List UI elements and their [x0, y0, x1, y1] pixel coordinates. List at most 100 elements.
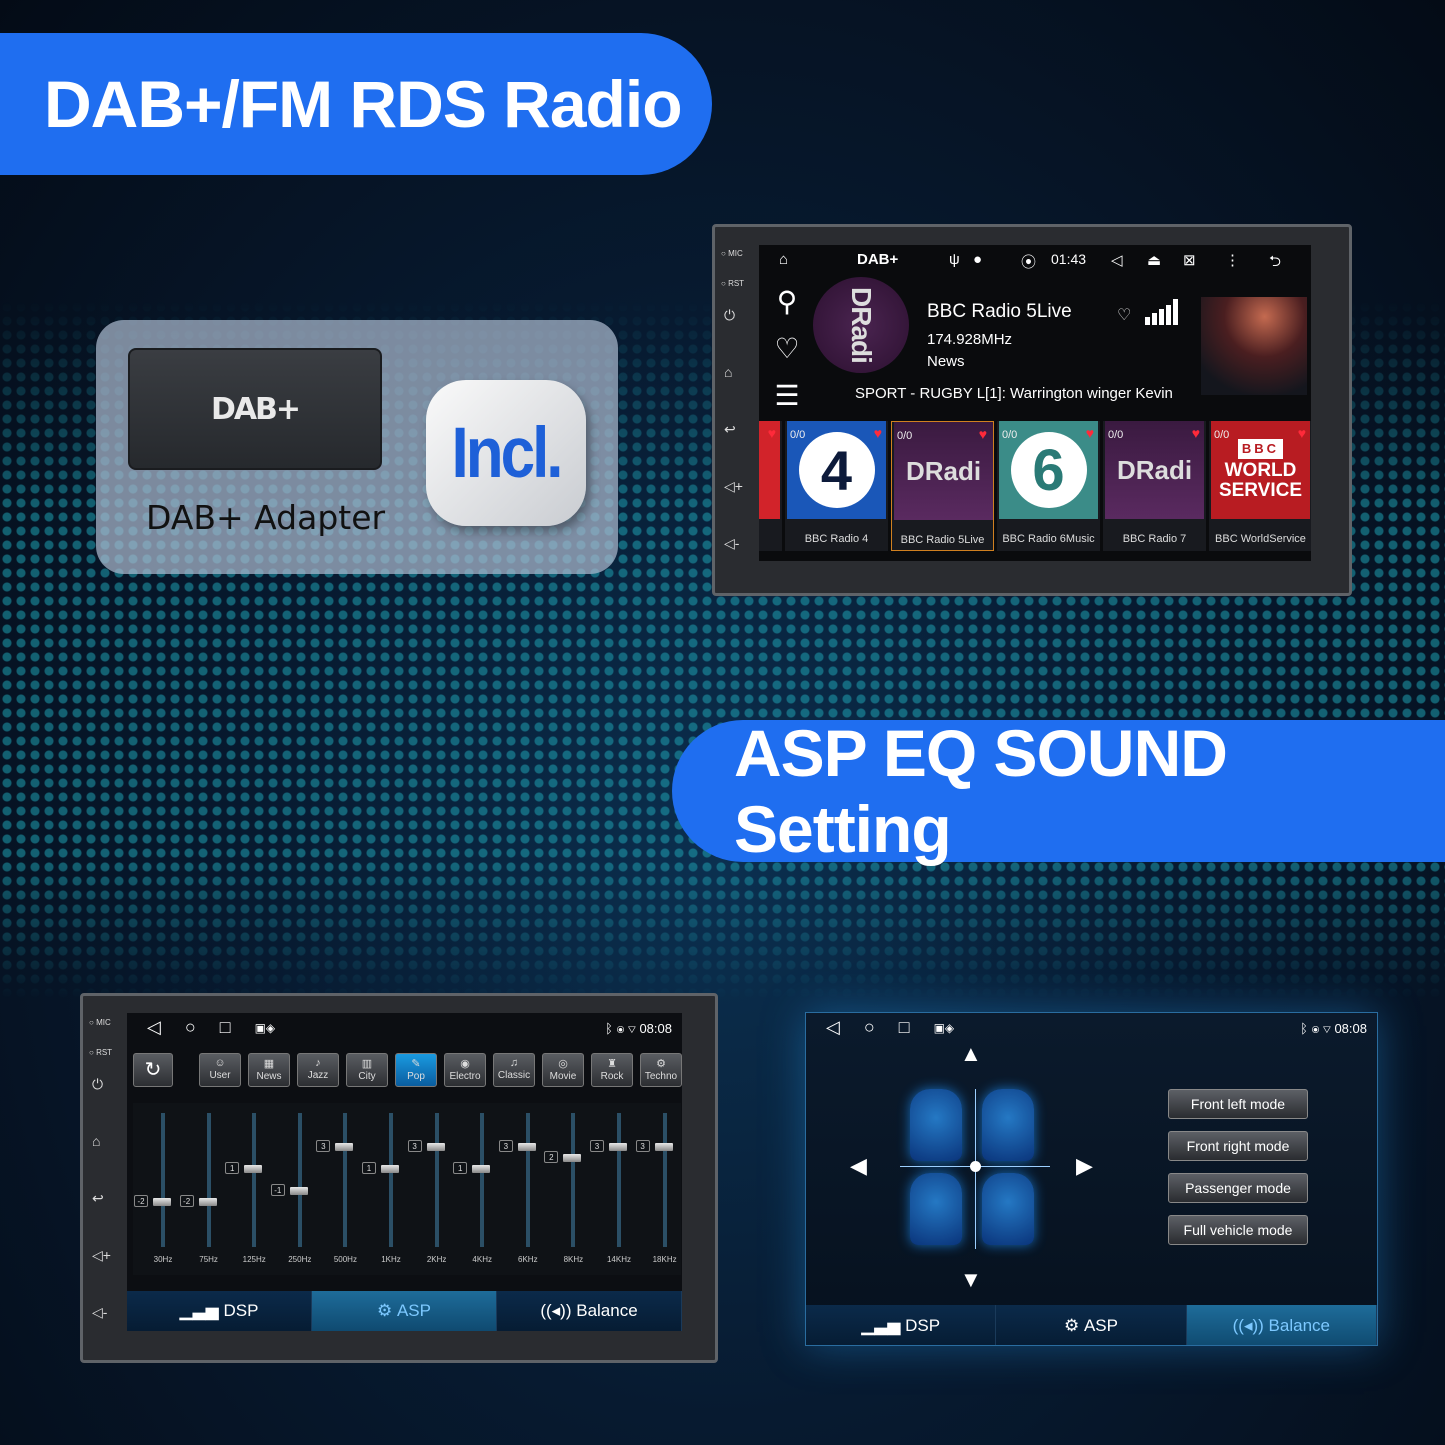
eq-slider-18khz[interactable]: 3 — [635, 1113, 673, 1247]
recents-nav-icon[interactable]: □ — [899, 1017, 910, 1038]
back-icon[interactable]: ↩ — [724, 421, 736, 438]
station-tile-partial[interactable]: ♥ — [759, 421, 782, 551]
volume-icon[interactable]: ◁ — [1111, 251, 1123, 269]
eq-slider-4khz[interactable]: 1 — [453, 1113, 491, 1247]
recents-nav-icon[interactable]: □ — [220, 1017, 231, 1038]
slider-value: 3 — [590, 1139, 604, 1152]
preset-movie-button[interactable]: ◎ Movie — [542, 1053, 584, 1087]
notification-icons: ▣◈ — [933, 1020, 955, 1035]
slider-knob[interactable] — [335, 1142, 354, 1151]
heart-icon[interactable]: ♥ — [1086, 425, 1094, 441]
heart-icon[interactable]: ♥ — [768, 425, 776, 441]
preset-classic-button[interactable]: ♫ Classic — [493, 1053, 535, 1087]
home-icon[interactable]: ⌂ — [779, 251, 788, 268]
preset-electro-button[interactable]: ◉ Electro — [444, 1053, 486, 1087]
eq-slider-1khz[interactable]: 1 — [362, 1113, 399, 1247]
full-vehicle-mode-button[interactable]: Full vehicle mode — [1168, 1215, 1308, 1245]
station-tile-worldservice[interactable]: 0/0 ♥ BBC WORLD SERVICE BBC WorldService — [1209, 421, 1311, 551]
heart-icon[interactable]: ♥ — [874, 425, 882, 441]
slider-knob[interactable] — [517, 1142, 536, 1151]
volume-down-icon[interactable]: ◁- — [92, 1304, 107, 1321]
slider-knob[interactable] — [426, 1142, 445, 1151]
power-icon[interactable]: ⏻ — [92, 1076, 103, 1093]
station-tile-radio7[interactable]: 0/0 ♥ DRadi BBC Radio 7 — [1103, 421, 1206, 551]
arrow-left-icon[interactable]: ◀ — [850, 1153, 867, 1179]
preset-city-button[interactable]: ▥ City — [346, 1053, 388, 1087]
frequency-label: 4KHz — [472, 1255, 492, 1264]
front-left-mode-button[interactable]: Front left mode — [1168, 1089, 1308, 1119]
eq-nav-bar: ◁ ○ □ ▣◈ — [147, 1017, 299, 1038]
eq-slider-125hz[interactable]: 1 — [225, 1113, 263, 1247]
tab-asp[interactable]: ⚙ ASP — [312, 1291, 497, 1331]
back-icon[interactable]: ↩ — [92, 1190, 104, 1207]
preset-news-button[interactable]: ▦ News — [248, 1053, 290, 1087]
heart-outline-icon[interactable]: ♡ — [1117, 305, 1131, 325]
eq-slider-8khz[interactable]: 2 — [544, 1113, 582, 1247]
back-nav-icon[interactable]: ◁ — [147, 1017, 161, 1038]
title-banner-dab: DAB+/FM RDS Radio — [0, 33, 712, 175]
eq-slider-500hz[interactable]: 3 — [316, 1113, 354, 1247]
eq-slider-75hz[interactable]: -2 — [179, 1113, 217, 1247]
eq-slider-2khz[interactable]: 3 — [407, 1113, 445, 1247]
slider-knob[interactable] — [472, 1164, 491, 1173]
return-icon[interactable]: ⮌ — [1269, 251, 1281, 276]
eject-icon[interactable]: ⏏ — [1147, 251, 1161, 269]
balance-point[interactable] — [970, 1161, 981, 1172]
slider-knob[interactable] — [153, 1198, 171, 1207]
tab-balance[interactable]: ((◂)) Balance — [1186, 1305, 1377, 1345]
front-right-mode-button[interactable]: Front right mode — [1168, 1131, 1308, 1161]
arrow-down-icon[interactable]: ▼ — [960, 1267, 982, 1293]
tab-balance[interactable]: ((◂)) Balance — [497, 1291, 682, 1331]
slider-knob[interactable] — [609, 1142, 627, 1151]
eq-slider-30hz[interactable]: -2 — [134, 1113, 171, 1247]
home-icon[interactable]: ⌂ — [92, 1133, 100, 1149]
more-icon[interactable]: ⋮ — [1225, 251, 1240, 269]
frequency-label: 1KHz — [381, 1255, 401, 1264]
tab-dsp[interactable]: ▁▃▅ DSP — [127, 1291, 312, 1331]
station-tile-6music[interactable]: 0/0 ♥ 6 BBC Radio 6Music — [997, 421, 1100, 551]
window-icon[interactable]: ⊠ — [1183, 251, 1196, 269]
slider-value: 1 — [453, 1161, 468, 1174]
power-icon[interactable]: ⏻ — [724, 307, 735, 324]
heart-icon[interactable]: ♥ — [1298, 425, 1306, 441]
list-icon[interactable]: ☰ — [767, 379, 807, 412]
arrow-right-icon[interactable]: ▶ — [1076, 1153, 1093, 1179]
home-icon[interactable]: ⌂ — [724, 364, 732, 380]
slider-knob[interactable] — [381, 1164, 399, 1173]
slider-value: 1 — [225, 1161, 240, 1174]
tab-asp[interactable]: ⚙ ASP — [996, 1305, 1187, 1345]
app-title: DAB+ — [857, 251, 899, 268]
preset-techno-button[interactable]: ⚙ Techno — [640, 1053, 682, 1087]
passenger-mode-button[interactable]: Passenger mode — [1168, 1173, 1308, 1203]
eq-slider-14khz[interactable]: 3 — [590, 1113, 627, 1247]
tab-dsp[interactable]: ▁▃▅ DSP — [806, 1305, 997, 1345]
back-nav-icon[interactable]: ◁ — [826, 1017, 840, 1038]
heart-icon[interactable]: ♥ — [1192, 425, 1200, 441]
preset-jazz-button[interactable]: ♪ Jazz — [297, 1053, 339, 1087]
slider-knob[interactable] — [654, 1142, 673, 1151]
favorite-icon[interactable]: ♡ — [767, 332, 807, 365]
volume-up-icon[interactable]: ◁+ — [92, 1247, 111, 1264]
station-tile-5live[interactable]: 0/0 ♥ DRadi BBC Radio 5Live — [891, 421, 994, 551]
slider-knob[interactable] — [244, 1164, 263, 1173]
home-nav-icon[interactable]: ○ — [864, 1017, 875, 1038]
arrow-up-icon[interactable]: ▲ — [960, 1041, 982, 1067]
preset-rock-button[interactable]: ♜ Rock — [591, 1053, 633, 1087]
slider-knob[interactable] — [289, 1187, 308, 1196]
volume-down-icon[interactable]: ◁- — [724, 535, 739, 552]
volume-up-icon[interactable]: ◁+ — [724, 478, 743, 495]
slider-knob[interactable] — [563, 1153, 582, 1162]
home-nav-icon[interactable]: ○ — [185, 1017, 196, 1038]
search-icon[interactable]: ⚲ — [767, 285, 807, 318]
station-tile-radio4[interactable]: 0/0 ♥ 4 BBC Radio 4 — [785, 421, 888, 551]
heart-icon[interactable]: ♥ — [979, 426, 987, 442]
preset-pop-button[interactable]: ✎ Pop — [395, 1053, 437, 1087]
reset-button[interactable]: ↻ — [133, 1053, 173, 1087]
device-side-buttons: ○ MIC ○ RST ⏻ ⌂ ↩ ◁+ ◁- — [83, 996, 127, 1360]
refresh-icon: ↻ — [144, 1059, 162, 1081]
slider-knob[interactable] — [198, 1198, 217, 1207]
device-side-buttons: ○ MIC ○ RST ⏻ ⌂ ↩ ◁+ ◁- — [715, 227, 759, 593]
preset-user-button[interactable]: ☺ User — [199, 1053, 241, 1087]
eq-slider-250hz[interactable]: -1 — [270, 1113, 308, 1247]
eq-slider-6khz[interactable]: 3 — [498, 1113, 536, 1247]
